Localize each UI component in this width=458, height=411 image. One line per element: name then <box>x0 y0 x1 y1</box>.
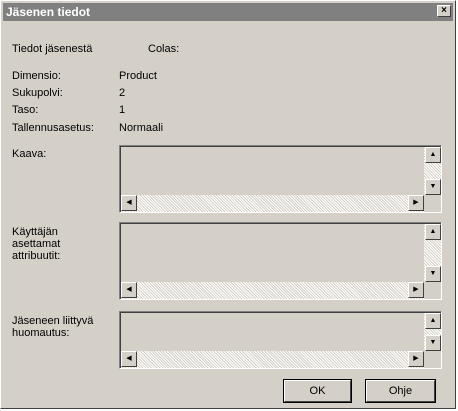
scrollbar-corner <box>424 195 441 212</box>
dimension-value: Product <box>119 70 157 82</box>
formula-vertical-scrollbar[interactable]: ▲ ▼ <box>424 147 441 195</box>
udas-content[interactable] <box>121 224 424 282</box>
formula-content[interactable] <box>121 147 424 195</box>
scroll-left-icon[interactable]: ◀ <box>121 351 137 367</box>
dimension-label: Dimensio: <box>12 70 61 82</box>
level-label: Taso: <box>12 104 39 116</box>
scroll-right-icon[interactable]: ▶ <box>408 195 424 211</box>
help-button[interactable]: Ohje <box>365 379 436 403</box>
level-value: 1 <box>119 104 126 116</box>
storage-label: Tallennusasetus: <box>12 122 94 134</box>
storage-value: Normaali <box>119 122 164 134</box>
formula-textarea[interactable]: ▲ ▼ ◀ ▶ <box>119 145 442 213</box>
udas-textarea[interactable]: ▲ ▼ ◀ ▶ <box>119 222 442 300</box>
scroll-up-icon[interactable]: ▲ <box>425 224 441 240</box>
scroll-down-icon[interactable]: ▼ <box>425 266 441 282</box>
comment-vertical-scrollbar[interactable]: ▲ ▼ <box>424 313 441 351</box>
scroll-up-icon[interactable]: ▲ <box>425 147 441 163</box>
window-title: Jäsenen tiedot <box>6 5 91 19</box>
comment-horizontal-scrollbar[interactable]: ◀ ▶ <box>121 351 424 368</box>
member-name: Colas: <box>148 43 180 55</box>
member-info-label: Tiedot jäsenestä <box>12 43 93 55</box>
scroll-right-icon[interactable]: ▶ <box>408 351 424 367</box>
title-bar[interactable]: Jäsenen tiedot × <box>3 3 453 21</box>
scrollbar-corner <box>424 282 441 299</box>
comment-content[interactable] <box>121 313 424 351</box>
formula-horizontal-scrollbar[interactable]: ◀ ▶ <box>121 195 424 212</box>
scroll-down-icon[interactable]: ▼ <box>425 335 441 351</box>
comment-label: Jäseneen liittyvä huomautus: <box>12 315 94 339</box>
ok-button[interactable]: OK <box>283 379 352 403</box>
scroll-right-icon[interactable]: ▶ <box>408 282 424 298</box>
formula-label: Kaava: <box>12 148 47 160</box>
generation-value: 2 <box>119 87 126 99</box>
scroll-left-icon[interactable]: ◀ <box>121 195 137 211</box>
udas-horizontal-scrollbar[interactable]: ◀ ▶ <box>121 282 424 299</box>
close-icon[interactable]: × <box>437 5 451 17</box>
generation-label: Sukupolvi: <box>12 87 63 99</box>
udas-vertical-scrollbar[interactable]: ▲ ▼ <box>424 224 441 282</box>
comment-textarea[interactable]: ▲ ▼ ◀ ▶ <box>119 311 442 369</box>
scrollbar-corner <box>424 351 441 368</box>
udas-label: Käyttäjän asettamat attribuutit: <box>12 226 61 262</box>
scroll-left-icon[interactable]: ◀ <box>121 282 137 298</box>
member-info-dialog: Jäsenen tiedot × Tiedot jäsenestä Colas:… <box>0 0 456 409</box>
scroll-down-icon[interactable]: ▼ <box>425 179 441 195</box>
scroll-up-icon[interactable]: ▲ <box>425 313 441 329</box>
